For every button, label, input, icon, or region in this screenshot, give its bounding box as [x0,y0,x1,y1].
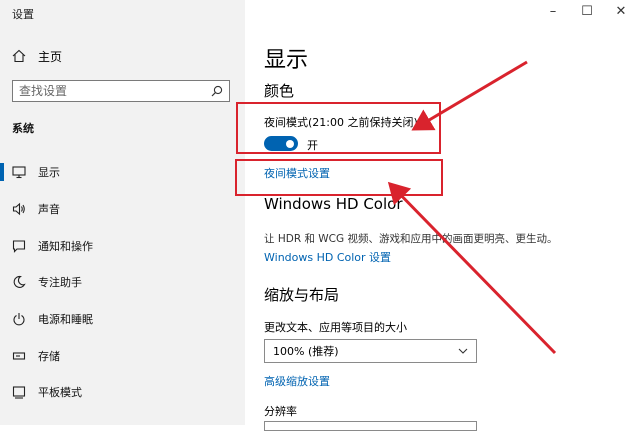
scale-value: 100% (推荐) [273,345,339,358]
speaker-icon [12,202,25,216]
sidebar-item-sound[interactable]: 声音 [0,191,245,228]
advanced-scale-link[interactable]: 高级缩放设置 [264,373,330,389]
search-box[interactable] [12,80,230,102]
sidebar-item-display[interactable]: 显示 [0,154,245,191]
sidebar-item-focus-assist[interactable]: 专注助手 [0,264,245,301]
tablet-icon [12,386,26,400]
sidebar-item-storage[interactable]: 存储 [0,337,245,374]
sidebar-item-tablet-mode[interactable]: 平板模式 [0,374,245,411]
chevron-down-icon [458,348,468,354]
resolution-dropdown[interactable] [264,421,477,431]
moon-icon [13,276,26,289]
toggle-knob [286,139,294,148]
sidebar-item-label: 显示 [38,166,60,180]
scale-label: 更改文本、应用等项目的大小 [264,321,407,334]
night-mode-settings-link[interactable]: 夜间模式设置 [264,165,330,181]
night-mode-toggle[interactable] [264,136,298,151]
sidebar-item-label: 电源和睡眠 [38,313,93,327]
night-mode-state: 开 [307,139,318,152]
window-title: 设置 [12,8,34,21]
power-icon [13,313,25,326]
sidebar: 设置 主页 系统 显示 声音 [0,0,245,425]
sidebar-item-label: 专注助手 [38,276,82,290]
scale-heading: 缩放与布局 [264,286,340,304]
main-content: 显示 颜色 夜间模式(21:00 之前保持关闭) 开 夜间模式设置 Window… [245,0,640,431]
sidebar-item-power-sleep[interactable]: 电源和睡眠 [0,301,245,338]
sidebar-item-label: 通知和操作 [38,239,93,253]
home-label: 主页 [38,49,63,64]
page-title: 显示 [264,48,309,73]
sidebar-item-label: 声音 [38,203,60,217]
section-title: 系统 [12,122,34,135]
hdr-description: 让 HDR 和 WCG 视频、游戏和应用中的画面更明亮、更生动。 [264,233,558,245]
home-icon [12,49,26,63]
resolution-label: 分辨率 [264,405,297,418]
hdr-heading: Windows HD Color [264,195,403,213]
storage-icon [12,352,26,360]
scale-dropdown[interactable]: 100% (推荐) [264,339,477,363]
search-input[interactable] [19,84,211,98]
nav-list: 显示 声音 通知和操作 专注助手 电源和睡眠 存储 平板模式 [0,154,245,411]
home-link[interactable]: 主页 [12,47,62,65]
search-icon[interactable] [211,85,223,97]
color-heading: 颜色 [264,82,295,100]
notification-icon [12,240,26,253]
sidebar-item-label: 平板模式 [38,386,82,400]
monitor-icon [12,166,26,179]
night-mode-label: 夜间模式(21:00 之前保持关闭) [264,116,418,129]
sidebar-item-label: 存储 [38,349,60,363]
hdr-settings-link[interactable]: Windows HD Color 设置 [264,249,391,265]
sidebar-item-notifications[interactable]: 通知和操作 [0,227,245,264]
